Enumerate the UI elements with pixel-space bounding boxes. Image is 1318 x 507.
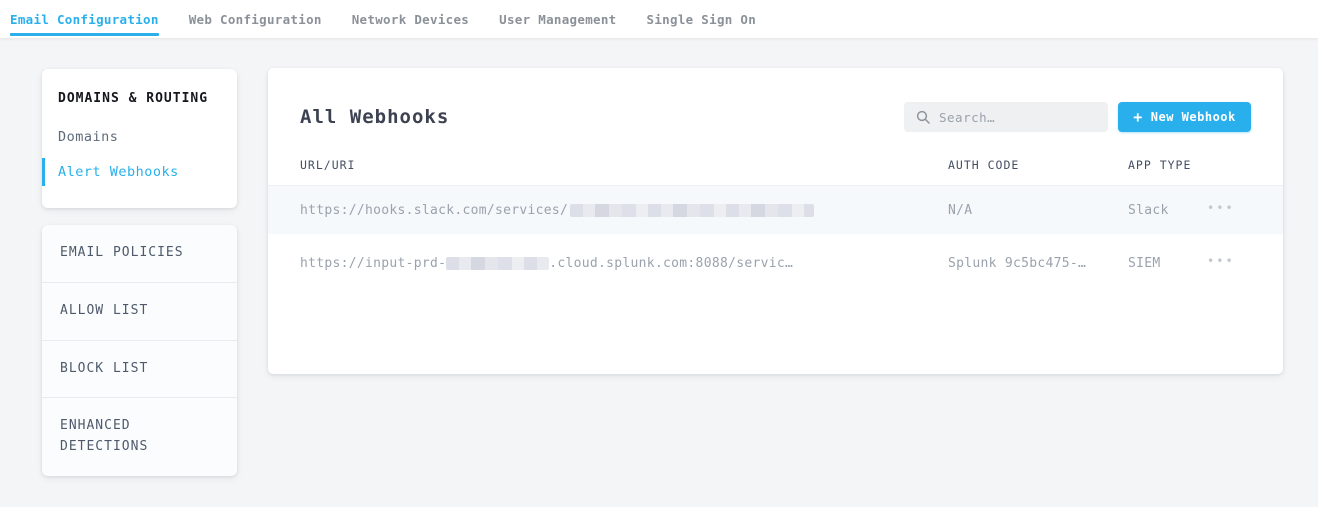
- auth-code: N/A: [948, 203, 1128, 218]
- sidebar-item-email-policies[interactable]: EMAIL POLICIES: [42, 225, 237, 283]
- column-header-app-type: APP TYPE: [1128, 158, 1207, 172]
- new-webhook-button[interactable]: + New Webhook: [1118, 102, 1251, 132]
- tab-single-sign-on[interactable]: Single Sign On: [647, 0, 757, 38]
- sidebar-item-block-list[interactable]: BLOCK LIST: [42, 341, 237, 399]
- webhooks-table: URL/URI AUTH CODE APP TYPE https://hooks…: [268, 145, 1283, 292]
- redacted-url-segment: [446, 257, 549, 270]
- header-controls: + New Webhook: [904, 102, 1251, 132]
- page-title: All Webhooks: [300, 106, 449, 128]
- row-actions-menu-icon[interactable]: •••: [1207, 255, 1259, 271]
- url-text: https://hooks.slack.com/services/: [300, 203, 568, 218]
- tab-email-configuration[interactable]: Email Configuration: [10, 0, 159, 38]
- app-type: Slack: [1128, 203, 1207, 218]
- auth-code: Splunk 9c5bc475-…: [948, 256, 1128, 271]
- sidebar-sections-card: EMAIL POLICIES ALLOW LIST BLOCK LIST ENH…: [42, 225, 237, 476]
- url-text: .cloud.splunk.com:8088/servic…: [549, 256, 793, 271]
- table-row[interactable]: https://input-prd- .cloud.splunk.com:808…: [268, 234, 1283, 292]
- app-type: SIEM: [1128, 256, 1207, 271]
- column-header-url: URL/URI: [300, 158, 948, 172]
- domains-routing-card: DOMAINS & ROUTING Domains Alert Webhooks: [42, 69, 237, 208]
- sidebar-item-domains[interactable]: Domains: [42, 123, 237, 151]
- sidebar-item-enhanced-detections[interactable]: ENHANCED DETECTIONS: [42, 398, 237, 476]
- top-tab-bar: Email Configuration Web Configuration Ne…: [0, 0, 1318, 38]
- tab-network-devices[interactable]: Network Devices: [352, 0, 469, 38]
- tab-user-management[interactable]: User Management: [499, 0, 616, 38]
- search-input[interactable]: [939, 110, 1096, 125]
- table-row[interactable]: https://hooks.slack.com/services/ N/A Sl…: [268, 185, 1283, 234]
- column-header-auth-code: AUTH CODE: [948, 158, 1128, 172]
- url-text: https://input-prd-: [300, 256, 446, 271]
- domains-routing-header: DOMAINS & ROUTING: [42, 91, 237, 106]
- tab-web-configuration[interactable]: Web Configuration: [189, 0, 322, 38]
- webhook-url: https://hooks.slack.com/services/: [300, 203, 948, 218]
- search-box[interactable]: [904, 102, 1108, 132]
- new-webhook-label: New Webhook: [1151, 110, 1236, 124]
- redacted-url-segment: [570, 204, 814, 217]
- table-header-row: URL/URI AUTH CODE APP TYPE: [268, 145, 1283, 185]
- row-actions-menu-icon[interactable]: •••: [1207, 202, 1259, 218]
- search-icon: [916, 110, 930, 124]
- sidebar-item-allow-list[interactable]: ALLOW LIST: [42, 283, 237, 341]
- webhooks-panel: All Webhooks + New Webhook URL/URI AUTH …: [268, 68, 1283, 374]
- webhook-url: https://input-prd- .cloud.splunk.com:808…: [300, 256, 948, 271]
- plus-icon: +: [1133, 110, 1143, 125]
- sidebar-item-alert-webhooks[interactable]: Alert Webhooks: [42, 158, 237, 186]
- webhooks-header: All Webhooks + New Webhook: [268, 68, 1283, 133]
